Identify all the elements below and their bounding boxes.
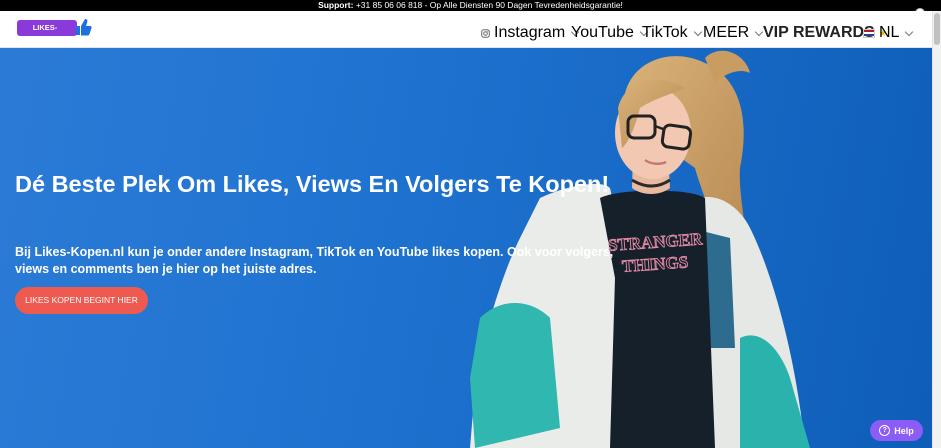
support-bar: Support: +31 85 06 06 818 - Op Alle Dien… bbox=[0, 0, 941, 11]
thumbs-up-icon bbox=[76, 19, 92, 36]
nav-youtube[interactable]: YouTube bbox=[571, 24, 649, 42]
nav-vip-label: VIP REWARDS bbox=[763, 24, 875, 41]
chevron-down-icon bbox=[693, 27, 702, 36]
language-label: NL bbox=[879, 24, 900, 41]
help-button[interactable]: ? Help bbox=[870, 420, 923, 441]
nav-instagram[interactable]: Instagram bbox=[481, 24, 580, 42]
help-question-icon: ? bbox=[879, 425, 891, 436]
hero-section: STRANGER THINGS Dé Beste Plek Om Likes, … bbox=[0, 48, 933, 448]
netherlands-flag-icon bbox=[863, 28, 875, 38]
chevron-down-icon bbox=[905, 27, 914, 36]
support-label: Support: bbox=[318, 0, 354, 10]
cta-button[interactable]: LIKES KOPEN BEGINT HIER bbox=[15, 287, 148, 314]
nav-tiktok[interactable]: TikTok bbox=[642, 24, 702, 42]
instagram-icon bbox=[481, 28, 490, 38]
scrollbar-thumb[interactable] bbox=[934, 13, 940, 45]
nav-tiktok-label: TikTok bbox=[642, 24, 688, 41]
nav-meer-label: MEER bbox=[703, 24, 750, 41]
hero-subtitle: Bij Likes-Kopen.nl kun je onder andere I… bbox=[15, 245, 614, 276]
site-header: LIKES-KOPEN.NL Instagram YouTube TikTok … bbox=[0, 11, 933, 48]
language-selector[interactable]: NL bbox=[863, 24, 914, 42]
hero-title: Dé Beste Plek Om Likes, Views En Volgers… bbox=[15, 171, 610, 197]
help-label: Help bbox=[894, 425, 914, 436]
nav-youtube-label: YouTube bbox=[571, 24, 634, 41]
site-logo[interactable]: LIKES-KOPEN.NL bbox=[17, 20, 77, 48]
support-text: +31 85 06 06 818 - Op Alle Diensten 90 D… bbox=[353, 0, 623, 10]
nav-instagram-label: Instagram bbox=[494, 24, 566, 41]
nav-meer[interactable]: MEER bbox=[703, 24, 764, 42]
vertical-scrollbar[interactable] bbox=[932, 11, 941, 448]
